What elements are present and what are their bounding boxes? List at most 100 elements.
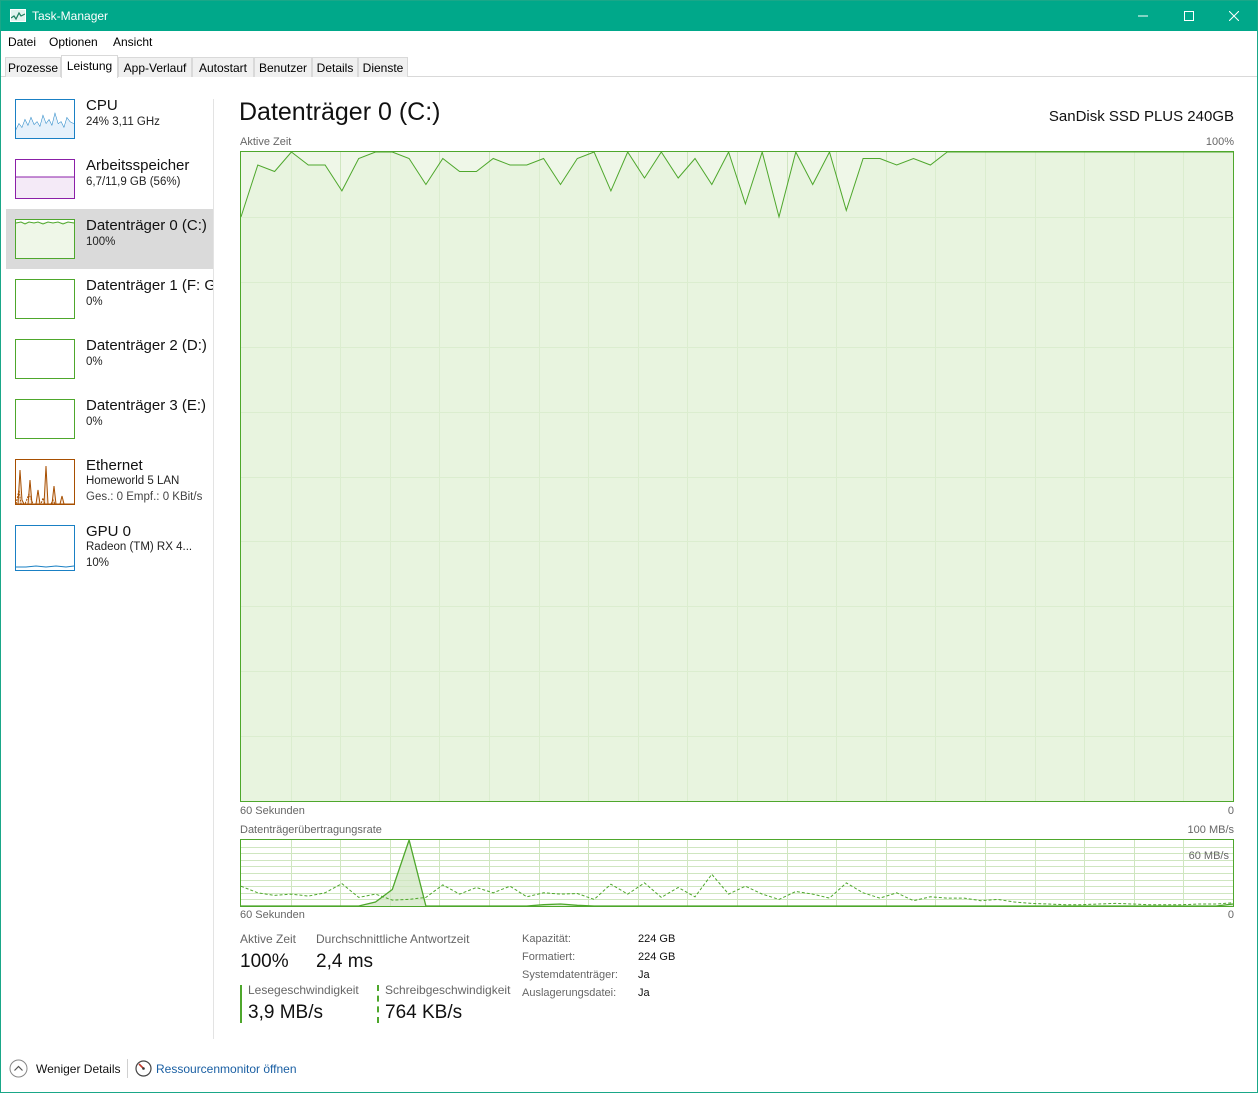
chart2-max-label: 100 MB/s — [1187, 824, 1234, 836]
sidebar-disk2-title: Datenträger 2 (D:) — [86, 337, 207, 354]
sidebar-ethernet-sub2: Ges.: 0 Empf.: 0 KBit/s — [86, 491, 203, 503]
sidebar-item-disk3[interactable]: Datenträger 3 (E:) 0% — [6, 391, 213, 451]
active-time-plot — [241, 152, 1233, 801]
write-speed-value: 764 KB/s — [385, 1002, 463, 1023]
transfer-rate-chart: 60 MB/s — [240, 839, 1234, 907]
sidebar-item-gpu0[interactable]: GPU 0 Radeon (TM) RX 4... 10% — [6, 517, 213, 581]
active-time-chart — [240, 151, 1234, 802]
cpu-thumbnail — [15, 99, 75, 139]
chart1-x-left: 60 Sekunden — [240, 805, 305, 817]
less-details-button[interactable]: Weniger Details — [36, 1062, 120, 1076]
tab-app-verlauf[interactable]: App-Verlauf — [118, 57, 192, 77]
active-time-area — [241, 152, 1233, 801]
sidebar-gpu0-title: GPU 0 — [86, 523, 132, 540]
read-speed-indicator — [240, 985, 242, 1023]
response-time-label: Durchschnittliche Antwortzeit — [316, 932, 470, 946]
chart2-x-right: 0 — [1227, 909, 1234, 921]
sidebar-item-disk1[interactable]: Datenträger 1 (F: G 0% — [6, 271, 213, 331]
cpu-sparkline — [16, 112, 74, 138]
minimize-icon — [1138, 15, 1148, 17]
menu-ansicht[interactable]: Ansicht — [113, 35, 152, 49]
chart2-x-left: 60 Sekunden — [240, 909, 305, 921]
maximize-button[interactable] — [1166, 1, 1212, 31]
menu-bar: Datei Optionen Ansicht — [1, 31, 1257, 52]
system-disk-label: Systemdatenträger: — [522, 969, 618, 981]
sidebar-memory-sub: 6,7/11,9 GB (56%) — [86, 176, 181, 188]
capacity-label: Kapazität: — [522, 933, 571, 945]
chart1-label: Aktive Zeit — [240, 136, 292, 148]
sidebar-gpu0-sub1: Radeon (TM) RX 4... — [86, 541, 193, 553]
resource-monitor-link[interactable]: Ressourcenmonitor öffnen — [156, 1062, 297, 1076]
sidebar-item-disk2[interactable]: Datenträger 2 (D:) 0% — [6, 331, 213, 391]
sidebar-disk1-sub: 0% — [86, 296, 103, 308]
tab-prozesse[interactable]: Prozesse — [5, 57, 61, 77]
formatted-value: 224 GB — [638, 951, 676, 963]
sidebar-disk1-title: Datenträger 1 (F: G — [86, 277, 213, 294]
maximize-icon — [1184, 11, 1194, 21]
sidebar-gpu0-sub2: 10% — [86, 557, 110, 569]
write-speed-label: Schreibgeschwindigkeit — [385, 983, 511, 997]
sidebar-cpu-sub: 24% 3,11 GHz — [86, 116, 160, 128]
tab-benutzer[interactable]: Benutzer — [254, 57, 312, 77]
minimize-button[interactable] — [1120, 1, 1166, 31]
sidebar-item-ethernet[interactable]: Ethernet Homeworld 5 LAN Ges.: 0 Empf.: … — [6, 451, 213, 515]
sidebar-item-memory[interactable]: Arbeitsspeicher 6,7/11,9 GB (56%) — [6, 151, 213, 211]
disk0-thumbnail — [15, 219, 75, 259]
memory-sparkline — [16, 176, 74, 198]
close-icon — [1229, 11, 1239, 21]
sidebar-disk0-title: Datenträger 0 (C:) — [86, 217, 207, 234]
chart2-label: Datenträgerübertragungsrate — [240, 824, 382, 836]
active-time-value: 100% — [240, 951, 289, 972]
tab-dienste[interactable]: Dienste — [358, 57, 408, 77]
sidebar-item-disk0[interactable]: Datenträger 0 (C:) 100% — [6, 209, 213, 269]
chart2-mid-label: 60 MB/s — [1188, 850, 1229, 862]
chevron-up-icon[interactable] — [9, 1059, 28, 1078]
footer-separator — [127, 1059, 128, 1078]
sidebar-disk3-title: Datenträger 3 (E:) — [86, 397, 207, 414]
sidebar-ethernet-sub1: Homeworld 5 LAN — [86, 475, 180, 487]
chart1-x-right: 0 — [1227, 805, 1234, 817]
sidebar-cpu-title: CPU — [86, 97, 118, 114]
response-time-value: 2,4 ms — [316, 951, 374, 972]
task-manager-icon — [10, 9, 26, 22]
pagefile-value: Ja — [638, 987, 650, 999]
sidebar-disk0-sub: 100% — [86, 236, 116, 248]
close-button[interactable] — [1211, 1, 1257, 31]
gpu0-thumbnail — [15, 525, 75, 571]
sidebar-disk2-sub: 0% — [86, 356, 103, 368]
sidebar-ethernet-title: Ethernet — [86, 457, 143, 474]
disk0-sparkline — [16, 221, 74, 258]
formatted-label: Formatiert: — [522, 951, 576, 963]
read-speed-label: Lesegeschwindigkeit — [248, 983, 359, 997]
menu-optionen[interactable]: Optionen — [49, 35, 98, 49]
chart1-max-label: 100% — [1205, 136, 1234, 148]
disk3-thumbnail — [15, 399, 75, 439]
write-speed-indicator — [377, 985, 379, 1023]
page-title: Datenträger 0 (C:) — [239, 98, 441, 126]
title-bar[interactable]: Task-Manager — [1, 1, 1257, 31]
read-speed-value: 3,9 MB/s — [248, 1002, 323, 1023]
memory-thumbnail — [15, 159, 75, 199]
pagefile-label: Auslagerungsdatei: — [522, 987, 617, 999]
resource-monitor-icon[interactable] — [135, 1060, 152, 1077]
tab-leistung[interactable]: Leistung — [61, 55, 118, 78]
sidebar-memory-title: Arbeitsspeicher — [86, 157, 190, 174]
disk1-thumbnail — [15, 279, 75, 319]
disk2-thumbnail — [15, 339, 75, 379]
sidebar-disk3-sub: 0% — [86, 416, 103, 428]
ethernet-thumbnail — [15, 459, 75, 505]
sidebar-divider — [213, 99, 214, 1039]
tab-details[interactable]: Details — [312, 57, 358, 77]
window-title: Task-Manager — [32, 9, 109, 23]
tab-bar: Prozesse Leistung App-Verlauf Autostart … — [1, 55, 1257, 78]
capacity-value: 224 GB — [638, 933, 676, 945]
ethernet-sparkline — [16, 465, 74, 504]
tab-autostart[interactable]: Autostart — [192, 57, 254, 77]
transfer-rate-plot — [241, 840, 1233, 906]
gpu0-sparkline — [16, 565, 74, 568]
active-time-label: Aktive Zeit — [240, 932, 297, 946]
menu-datei[interactable]: Datei — [8, 35, 36, 49]
system-disk-value: Ja — [638, 969, 650, 981]
sidebar-item-cpu[interactable]: CPU 24% 3,11 GHz — [6, 91, 213, 151]
device-model: SanDisk SSD PLUS 240GB — [1048, 108, 1234, 125]
